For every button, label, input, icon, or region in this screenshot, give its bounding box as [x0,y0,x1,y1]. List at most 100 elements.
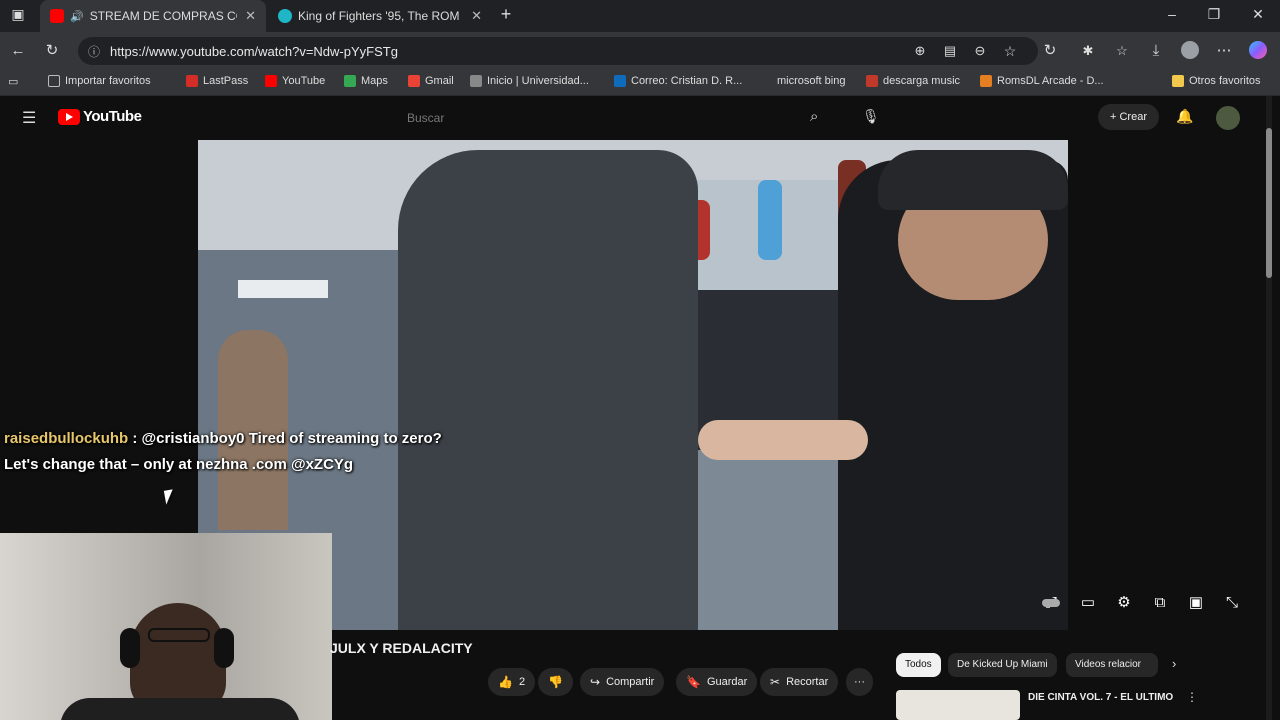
import-icon [48,75,60,87]
avatar[interactable] [1216,106,1240,130]
streamer-head [130,603,226,713]
maps-icon [344,75,356,87]
favorite-label: Otros favoritos [1189,75,1261,87]
info-icon[interactable]: ⓘ [88,43,100,60]
like-button[interactable]: 👍 2 [488,668,536,696]
reload-icon[interactable]: ↻ [42,41,62,61]
favorite-youtube[interactable]: YouTube [265,75,325,87]
subtitles-icon[interactable]: ▭ [1077,592,1099,614]
favorite-importar[interactable]: Importar favoritos [48,75,151,87]
favorite-descarga-music[interactable]: descarga music [866,75,960,87]
extensions-icon[interactable]: ✱ [1078,41,1098,61]
hamburger-menu-icon[interactable]: ☰ [22,108,36,128]
browser-tab-strip: ▣ 🔊 STREAM DE COMPRAS CON ✕ King of Figh… [0,0,1280,32]
rom-site-favicon-icon [278,9,292,23]
tab-actions-icon[interactable]: ▣ [8,6,28,23]
speaker-icon[interactable]: 🔊 [70,10,84,23]
autoplay-toggle[interactable] [1040,592,1062,614]
settings-gear-icon[interactable]: ⚙ [1113,592,1135,614]
create-label: Crear [1119,111,1147,123]
scrollbar-thumb[interactable] [1266,128,1272,278]
zoom-icon[interactable]: ⊖ [970,41,990,61]
bell-icon[interactable]: 🔔 [1176,108,1193,125]
chip-kicked-up-miami[interactable]: De Kicked Up Miami [948,653,1057,677]
copilot-icon[interactable] [1248,41,1268,61]
streamer-shoulders [60,698,300,720]
search-icon[interactable]: ⌕ [810,108,818,125]
scene-arm [698,420,868,460]
more-label: ··· [854,676,865,688]
favorites-menu-icon[interactable]: ▭ [8,75,18,88]
tab-stream-de-compras[interactable]: 🔊 STREAM DE COMPRAS CON ✕ [40,0,266,32]
favorite-universidad[interactable]: Inicio | Universidad... [470,75,589,87]
gmail-icon [408,75,420,87]
reader-icon[interactable]: ▤ [940,41,960,61]
youtube-icon [265,75,277,87]
microphone-icon[interactable]: 🎙 [862,108,880,125]
dislike-button[interactable]: 👎 [538,668,573,696]
minimize-icon[interactable]: – [1162,6,1182,22]
translate-icon[interactable]: ⊕ [910,41,930,61]
more-menu-icon[interactable]: ⋯ [1214,41,1234,61]
favorites-bar: ▭ Importar favoritos LastPass YouTube Ma… [0,70,1280,96]
more-actions-button[interactable]: ··· [846,668,873,696]
favorite-label: Importar favoritos [65,75,151,87]
maximize-icon[interactable]: ❐ [1204,6,1224,23]
favorite-label: Inicio | Universidad... [487,75,589,87]
youtube-play-icon [58,108,80,125]
folder-icon [1172,75,1184,87]
save-label: Guardar [706,676,748,688]
clip-button[interactable]: ✂ Recortar [760,668,839,696]
kebab-menu-icon[interactable]: ⋮ [1186,690,1198,704]
browser-toolbar: ← ↻ ⓘ https://www.youtube.com/watch?v=Nd… [0,32,1280,70]
close-window-icon[interactable]: ✕ [1248,6,1268,23]
share-button[interactable]: ↪ Compartir [580,668,665,696]
scissors-icon: ✂ [770,675,781,689]
save-button[interactable]: 🔖 Guardar [676,668,758,696]
chip-todos[interactable]: Todos [896,653,941,677]
favorite-otros[interactable]: Otros favoritos [1172,75,1261,87]
headphones-icon [120,628,140,668]
address-bar[interactable]: ⓘ https://www.youtube.com/watch?v=Ndw-pY… [78,37,1038,65]
favorite-label: YouTube [282,75,326,87]
scene-cap [878,150,1068,210]
plus-icon[interactable]: + [496,4,516,25]
miniplayer-icon[interactable]: ⧉ [1149,592,1171,614]
glasses-icon [148,628,210,642]
collections-icon[interactable]: ☆ [1112,41,1132,61]
youtube-logo[interactable]: YouTube [58,108,142,125]
close-tab-icon[interactable]: ✕ [471,8,482,24]
suggestion-title[interactable]: DIE CINTA VOL. 7 - EL ULTIMO [1028,692,1173,703]
download-icon[interactable]: ⤓ [1146,41,1166,61]
back-arrow-icon[interactable]: ← [8,41,28,61]
profile-avatar[interactable] [1180,41,1200,61]
favorite-bing[interactable]: microsoft bing [760,75,845,87]
refresh-ext-icon[interactable]: ↻ [1040,41,1060,61]
chip-videos-relacionados[interactable]: Videos relacior [1066,653,1158,677]
favorite-romsdl[interactable]: RomsDL Arcade - D... [980,75,1104,87]
fullscreen-expand-icon[interactable]: ⤡ [1221,592,1243,614]
theater-mode-icon[interactable]: ▣ [1185,592,1207,614]
suggestion-thumbnail[interactable] [896,690,1020,720]
favorite-maps[interactable]: Maps [344,75,388,87]
mouse-cursor-icon [163,489,176,505]
favorite-star-icon[interactable]: ☆ [1000,41,1020,61]
university-icon [470,75,482,87]
music-icon [866,75,878,87]
scene-sign [238,280,328,298]
favorite-gmail[interactable]: Gmail [408,75,454,87]
favorite-correo[interactable]: Correo: Cristian D. R... [614,75,742,87]
favorite-label: microsoft bing [777,75,846,87]
thumbs-up-icon: 👍 [498,675,513,689]
close-tab-icon[interactable]: ✕ [245,8,256,24]
favorite-label: RomsDL Arcade - D... [997,75,1104,87]
romsdl-icon [980,75,992,87]
favorite-label: LastPass [203,75,249,87]
chevron-right-icon[interactable]: › [1172,656,1176,671]
create-button[interactable]: + Crear [1098,104,1159,130]
logo-text: YouTube [83,108,142,125]
search-input[interactable]: Buscar [395,104,835,132]
tab-king-of-fighters[interactable]: King of Fighters '95, The ROM | P ✕ [268,0,492,32]
favorite-lastpass[interactable]: LastPass [186,75,248,87]
youtube-header: ☰ YouTube Buscar ⌕ 🎙 + Crear 🔔 [0,96,1268,140]
